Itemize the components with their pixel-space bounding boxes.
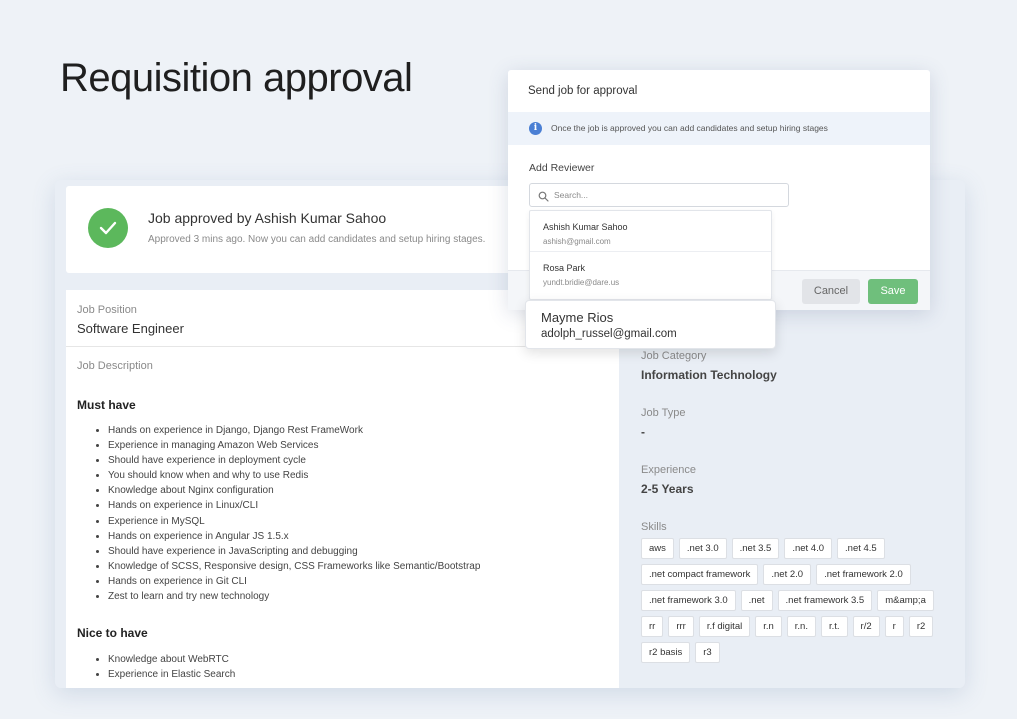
approval-subtitle: Approved 3 mins ago. Now you can add can… <box>148 234 486 245</box>
skill-tag: r3 <box>695 642 720 663</box>
skill-tag: r.n <box>755 616 782 637</box>
list-item: Should have experience in JavaScripting … <box>96 544 480 559</box>
list-item: Zest to learn and try new technology <box>96 589 480 604</box>
skill-tag: r/2 <box>852 616 880 637</box>
skill-tag: m&amp;a <box>877 590 934 611</box>
list-item: You should know when and why to use Redi… <box>96 468 480 483</box>
must-have-heading: Must have <box>77 398 136 412</box>
job-description-label: Job Description <box>77 360 153 372</box>
list-item: Knowledge about WebRTC <box>96 652 235 667</box>
skill-tag: r.n. <box>786 616 816 637</box>
list-item: Experience in managing Amazon Web Servic… <box>96 438 480 453</box>
cancel-button[interactable]: Cancel <box>802 279 860 304</box>
skills-label: Skills <box>641 521 667 533</box>
add-reviewer-label: Add Reviewer <box>529 162 595 174</box>
reviewer-name: Ashish Kumar Sahoo <box>543 222 628 232</box>
skill-tag: r <box>884 616 904 637</box>
skill-tag: r.f digital <box>698 616 751 637</box>
list-item: Should have experience in deployment cyc… <box>96 453 480 468</box>
list-item: Experience in Elastic Search <box>96 667 235 682</box>
job-category: Job Category Information Technology <box>641 350 777 382</box>
reviewer-search-box[interactable] <box>529 183 789 207</box>
skill-tag: .net 2.0 <box>763 564 812 585</box>
job-position-label: Job Position <box>77 304 137 316</box>
skill-tag: aws <box>641 538 674 559</box>
experience-value: 2-5 Years <box>641 482 694 496</box>
reviewer-email: adolph_russel@gmail.com <box>541 328 677 340</box>
nice-to-have-list: Knowledge about WebRTC Experience in Ela… <box>96 652 235 682</box>
reviewer-search-input[interactable] <box>554 188 779 202</box>
skill-tag: rrr <box>668 616 694 637</box>
skill-tag: .net 4.5 <box>837 538 885 559</box>
modal-title: Send job for approval <box>528 85 638 97</box>
skill-tag: .net framework 3.0 <box>641 590 736 611</box>
skill-tag: .net 4.0 <box>784 538 833 559</box>
search-icon <box>538 189 549 207</box>
nice-to-have-heading: Nice to have <box>77 626 148 640</box>
info-icon: i <box>529 122 542 135</box>
reviewer-option[interactable]: Ashish Kumar Sahoo ashish@gmail.com <box>530 211 771 251</box>
experience-label: Experience <box>641 464 697 476</box>
list-item: Hands on experience in Git CLI <box>96 574 480 589</box>
reviewer-option[interactable]: Rosa Park yundt.bridie@dare.us <box>530 251 771 291</box>
skill-tag: r.t. <box>820 616 848 637</box>
approval-title: Job approved by Ashish Kumar Sahoo <box>148 210 387 226</box>
job-type-label: Job Type <box>641 407 686 419</box>
skill-tag: .net 3.5 <box>731 538 780 559</box>
job-category-value: Information Technology <box>641 368 777 382</box>
skill-tag: .net framework 2.0 <box>816 564 911 585</box>
skill-tag: .net framework 3.5 <box>777 590 873 611</box>
must-have-list: Hands on experience in Django, Django Re… <box>96 423 480 604</box>
skill-tag: r2 basis <box>641 642 691 663</box>
reviewer-email: yundt.bridie@dare.us <box>543 278 620 287</box>
job-details-left: Job Position Software Engineer Job Descr… <box>66 290 619 688</box>
skill-tag: r2 <box>908 616 934 637</box>
reviewer-dropdown: Ashish Kumar Sahoo ashish@gmail.com Rosa… <box>529 210 772 300</box>
skill-tag: rr <box>641 616 664 637</box>
page-title: Requisition approval <box>60 56 413 100</box>
list-item: Experience in MySQL <box>96 514 480 529</box>
list-item: Hands on experience in Linux/CLI <box>96 498 480 513</box>
info-text: Once the job is approved you can add can… <box>551 123 828 133</box>
info-banner: i Once the job is approved you can add c… <box>508 112 930 145</box>
list-item: Hands on experience in Angular JS 1.5.x <box>96 529 480 544</box>
skills-list: aws .net 3.0 .net 3.5 .net 4.0 .net 4.5 … <box>641 538 961 668</box>
list-item: Knowledge of SCSS, Responsive design, CS… <box>96 559 480 574</box>
job-type-value: - <box>641 425 645 439</box>
experience: Experience 2-5 Years <box>641 464 696 496</box>
skill-tag: .net <box>740 590 773 611</box>
send-for-approval-modal: Send job for approval i Once the job is … <box>508 70 930 310</box>
job-category-label: Job Category <box>641 350 707 362</box>
reviewer-name: Rosa Park <box>543 263 586 273</box>
job-position-value: Software Engineer <box>77 321 184 336</box>
reviewer-name: Mayme Rios <box>541 310 614 325</box>
reviewer-email: ashish@gmail.com <box>543 237 611 246</box>
check-circle-icon <box>88 208 128 248</box>
skill-tag: .net 3.0 <box>678 538 727 559</box>
job-type: Job Type - <box>641 407 685 439</box>
list-item: Knowledge about Nginx configuration <box>96 483 480 498</box>
save-button[interactable]: Save <box>868 279 918 304</box>
skill-tag: .net compact framework <box>641 564 759 585</box>
list-item: Hands on experience in Django, Django Re… <box>96 423 480 438</box>
hovered-reviewer-option[interactable]: Mayme Rios adolph_russel@gmail.com <box>525 300 776 349</box>
